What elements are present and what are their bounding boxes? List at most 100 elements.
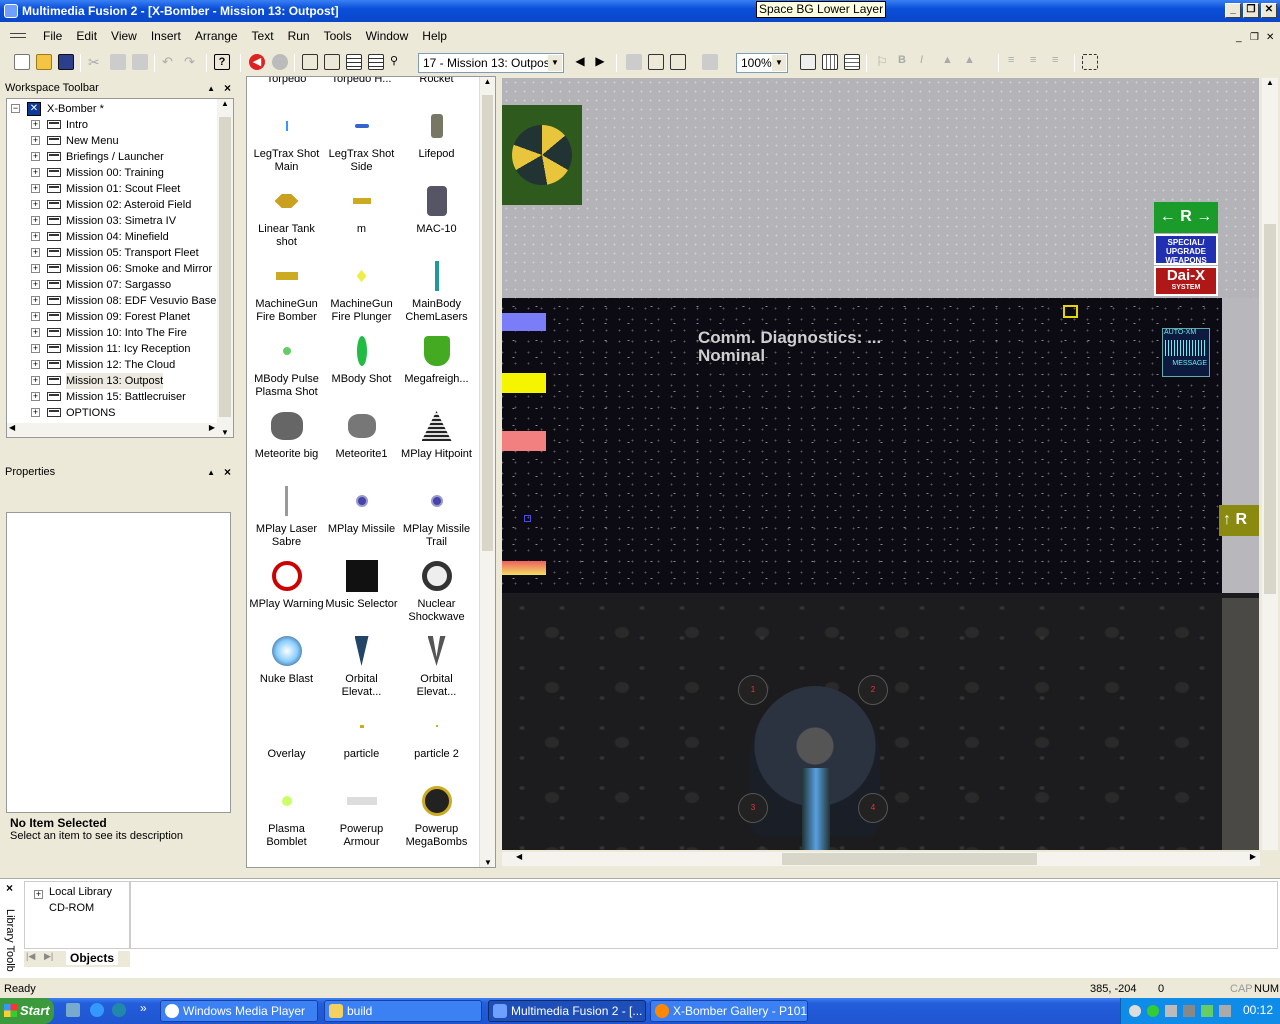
object-item[interactable]: MPlay Warning xyxy=(249,558,324,611)
expand-icon[interactable]: + xyxy=(31,296,40,305)
object-item[interactable]: Torpedo xyxy=(249,77,324,86)
object-item[interactable]: Linear Tank shot xyxy=(249,183,324,249)
expand-icon[interactable]: + xyxy=(31,168,40,177)
expand-icon[interactable]: + xyxy=(31,152,40,161)
expand-icon[interactable]: + xyxy=(31,344,40,353)
close-icon[interactable]: × xyxy=(224,465,231,479)
tray-icon-2[interactable] xyxy=(1147,1005,1159,1017)
task-multimedia-fusion[interactable]: Multimedia Fusion 2 - [... xyxy=(488,1000,646,1022)
network-icon[interactable] xyxy=(1201,1005,1213,1017)
bold-icon[interactable]: B xyxy=(898,54,914,70)
cut-icon[interactable]: ✂ xyxy=(88,54,104,70)
object-item[interactable]: LegTrax Shot Side xyxy=(324,108,399,174)
event-editor-icon[interactable] xyxy=(346,54,362,70)
object-item[interactable]: MBody Pulse Plasma Shot xyxy=(249,333,324,399)
scroll-left-icon[interactable]: |◀ xyxy=(26,951,35,962)
italic-icon[interactable]: I xyxy=(920,54,936,70)
zoom-select[interactable]: 100% ▼ xyxy=(736,53,788,73)
menu-text[interactable]: Text xyxy=(245,29,281,43)
scroll-right-icon[interactable]: ▶ xyxy=(1250,852,1256,861)
align-center-icon[interactable]: ≡ xyxy=(1030,54,1046,70)
editor-hscrollbar[interactable]: ◀ ▶ xyxy=(502,852,1260,866)
collapse-icon[interactable]: − xyxy=(11,104,20,113)
expand-icon[interactable]: + xyxy=(31,216,40,225)
task-build[interactable]: build xyxy=(324,1000,482,1022)
align-left-icon[interactable]: ≡ xyxy=(1008,54,1024,70)
back-icon[interactable]: ◀ xyxy=(249,54,265,70)
chevron-down-icon[interactable]: ▼ xyxy=(548,55,562,71)
objects-scrollbar[interactable]: ▲ ▼ xyxy=(479,77,495,867)
object-item[interactable]: Lifepod xyxy=(399,108,474,161)
expand-icon[interactable]: + xyxy=(31,136,40,145)
scroll-down-icon[interactable]: ▼ xyxy=(480,858,495,867)
object-item[interactable]: Powerup Armour xyxy=(324,783,399,849)
align-right-icon[interactable]: ≡ xyxy=(1052,54,1068,70)
start-button[interactable]: Start xyxy=(0,998,54,1024)
menu-insert[interactable]: Insert xyxy=(144,29,188,43)
pin-icon[interactable]: ▲ xyxy=(207,468,215,477)
restore-button[interactable]: ❐ xyxy=(1243,3,1259,18)
tray-icon-6[interactable] xyxy=(1219,1005,1231,1017)
object-item[interactable]: Rocket xyxy=(399,77,474,86)
object-item[interactable]: Nuclear Shockwave xyxy=(399,558,474,624)
object-item[interactable]: LegTrax Shot Main xyxy=(249,108,324,174)
show-grid-icon[interactable] xyxy=(822,54,838,70)
expand-icon[interactable]: + xyxy=(31,328,40,337)
copy-icon[interactable] xyxy=(110,54,126,70)
expand-icon[interactable]: + xyxy=(31,184,40,193)
mdi-close[interactable]: ✕ xyxy=(1266,32,1274,43)
scroll-up-icon[interactable]: ▲ xyxy=(217,99,233,115)
object-item[interactable]: MAC-10 xyxy=(399,183,474,236)
window-icon[interactable] xyxy=(670,54,686,70)
new-icon[interactable] xyxy=(14,54,30,70)
expand-icon[interactable]: + xyxy=(31,248,40,257)
task-xbomber-gallery[interactable]: X-Bomber Gallery - P101... xyxy=(650,1000,808,1022)
scroll-left-icon[interactable]: ◀ xyxy=(516,852,522,861)
expand-icon[interactable]: + xyxy=(31,280,40,289)
fit-window-icon[interactable] xyxy=(1082,54,1098,70)
scroll-down-icon[interactable]: ▼ xyxy=(217,428,233,437)
object-item[interactable]: MPlay Hitpoint xyxy=(399,408,474,461)
scroll-up-icon[interactable]: ▲ xyxy=(1262,78,1278,94)
mdi-restore[interactable]: ❐ xyxy=(1250,32,1259,43)
expand-icon[interactable]: + xyxy=(31,200,40,209)
paste-icon[interactable] xyxy=(132,54,148,70)
mdi-minimize[interactable]: _ xyxy=(1236,32,1242,43)
save-icon[interactable] xyxy=(58,54,74,70)
expand-icon[interactable]: + xyxy=(31,264,40,273)
color-icon[interactable]: ▲ xyxy=(942,54,958,70)
chevron-down-icon[interactable]: ▼ xyxy=(772,55,786,71)
object-item[interactable]: Torpedo H... xyxy=(324,77,399,86)
snap-grid-icon[interactable] xyxy=(844,54,860,70)
editor-hscroll-thumb[interactable] xyxy=(782,853,1037,865)
frame-editor[interactable]: Comm. Diagnostics: ... Nominal ← R → SPE… xyxy=(502,78,1259,850)
close-icon[interactable]: × xyxy=(224,81,231,95)
quicklaunch-more-icon[interactable]: » xyxy=(140,1001,147,1015)
cdrom-item[interactable]: CD-ROM xyxy=(49,902,94,914)
pin-icon[interactable]: ▲ xyxy=(207,84,215,93)
expand-icon[interactable]: + xyxy=(31,120,40,129)
object-item[interactable]: Orbital Elevat... xyxy=(324,633,399,699)
object-item[interactable]: particle xyxy=(324,708,399,761)
tree-scroll-thumb[interactable] xyxy=(219,117,231,417)
local-library-item[interactable]: Local Library xyxy=(49,886,112,898)
object-item[interactable]: Nuke Blast xyxy=(249,633,324,686)
scroll-up-icon[interactable]: ▲ xyxy=(480,77,495,93)
menu-run[interactable]: Run xyxy=(281,29,317,43)
expand-icon[interactable]: + xyxy=(31,360,40,369)
storyboard-icon[interactable] xyxy=(302,54,318,70)
editor-vscroll-thumb[interactable] xyxy=(1264,224,1276,594)
text-tool-icon[interactable]: ⚐ xyxy=(876,54,892,70)
expand-icon[interactable]: + xyxy=(31,408,40,417)
menu-view[interactable]: View xyxy=(104,29,144,43)
editor-vscrollbar[interactable]: ▲ xyxy=(1262,78,1278,850)
minimize-button[interactable]: _ xyxy=(1225,3,1241,18)
redo-icon[interactable]: ↷ xyxy=(184,54,200,70)
tray-icon-3[interactable] xyxy=(1165,1005,1177,1017)
help-icon[interactable]: ? xyxy=(214,54,230,70)
speaker-icon[interactable] xyxy=(1183,1005,1195,1017)
close-icon[interactable]: × xyxy=(6,881,13,895)
object-item[interactable]: Plasma Bomblet xyxy=(249,783,324,849)
object-item[interactable]: MPlay Laser Sabre xyxy=(249,483,324,549)
event-list-icon[interactable] xyxy=(368,54,384,70)
